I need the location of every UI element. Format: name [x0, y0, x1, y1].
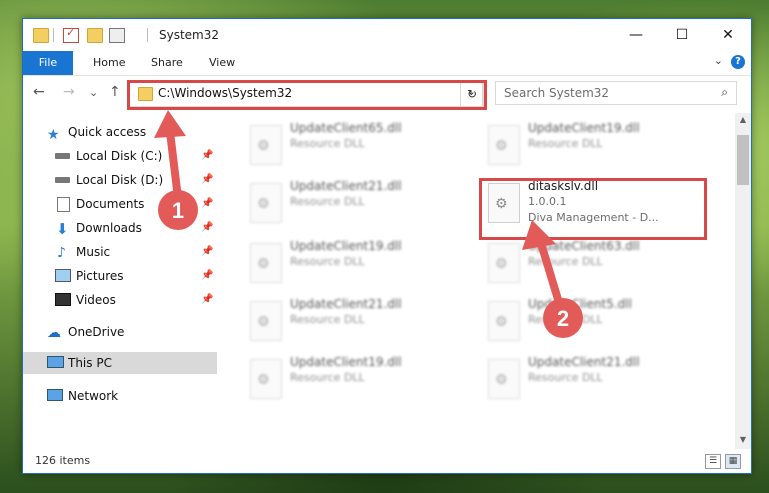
badge-1-label: 1: [172, 198, 184, 223]
badge-1: 1: [158, 190, 198, 230]
arrow-1-head: [154, 110, 186, 138]
arrow-1-line: [166, 131, 182, 199]
badge-2-label: 2: [557, 306, 569, 331]
badge-2: 2: [543, 298, 583, 338]
arrow-2-head: [522, 220, 556, 250]
annotation-overlay: 1 2: [154, 110, 583, 338]
arrow-2-line: [536, 238, 564, 308]
